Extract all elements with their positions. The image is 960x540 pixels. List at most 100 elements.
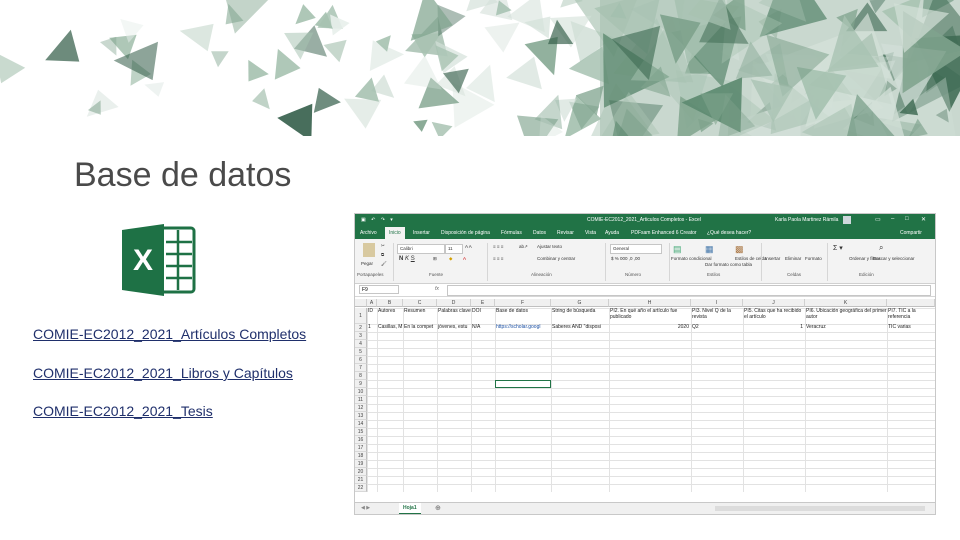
wrap-text-button[interactable]: Ajustar texto: [537, 244, 562, 249]
row-header[interactable]: 20: [355, 468, 367, 476]
data-cell[interactable]: Saberes AND "disposi: [551, 324, 609, 332]
data-cell[interactable]: En la compet: [403, 324, 437, 332]
header-cell[interactable]: Resumen: [403, 308, 437, 324]
column-header[interactable]: J: [743, 299, 805, 307]
name-box[interactable]: F9: [359, 285, 399, 294]
data-cell[interactable]: 1: [743, 324, 805, 332]
column-header[interactable]: H: [609, 299, 691, 307]
copy-icon[interactable]: ⧉: [381, 252, 384, 257]
column-header-overflow[interactable]: [887, 299, 935, 307]
row-header[interactable]: 10: [355, 388, 367, 396]
tab-insertar[interactable]: Insertar: [413, 230, 430, 236]
row-header[interactable]: 1: [355, 308, 367, 324]
row-header[interactable]: 5: [355, 348, 367, 356]
format-painter-icon[interactable]: 🖌: [381, 261, 387, 267]
row-header[interactable]: 2: [355, 324, 367, 332]
tab-formulas[interactable]: Fórmulas: [501, 230, 522, 236]
conditional-format-button[interactable]: Formato condicional: [671, 256, 712, 261]
number-format-select[interactable]: General: [610, 244, 662, 254]
insert-cells-button[interactable]: Insertar: [765, 256, 780, 261]
header-cell[interactable]: Autores: [377, 308, 403, 324]
bold-italic-underline[interactable]: N K S: [399, 256, 415, 262]
format-as-table-button[interactable]: Dar formato como tabla: [705, 262, 752, 267]
cell-styles-icon[interactable]: ▩: [735, 244, 744, 255]
find-select-button[interactable]: Buscar y seleccionar: [873, 256, 915, 261]
link-tesis[interactable]: COMIE-EC2012_2021_Tesis: [33, 403, 213, 419]
fill-color-icon[interactable]: ◆: [449, 256, 452, 262]
formula-input[interactable]: [447, 285, 931, 296]
header-cell[interactable]: DOI: [471, 308, 495, 324]
font-size-select[interactable]: 11: [445, 244, 463, 254]
horizontal-scrollbar[interactable]: [715, 506, 925, 511]
font-grow-shrink-icons[interactable]: A A: [465, 244, 472, 249]
row-header[interactable]: 17: [355, 444, 367, 452]
row-header[interactable]: 4: [355, 340, 367, 348]
header-cell[interactable]: ID: [367, 308, 377, 324]
header-cell[interactable]: PI7. TIC a la referencia: [887, 308, 935, 324]
sheet-tab-hoja1[interactable]: Hoja1: [399, 503, 421, 514]
column-header[interactable]: C: [403, 299, 437, 307]
row-header[interactable]: 13: [355, 412, 367, 420]
data-cell[interactable]: Veracruz: [805, 324, 887, 332]
data-cell[interactable]: N/A: [471, 324, 495, 332]
conditional-format-icon[interactable]: ▤: [673, 244, 682, 255]
row-header[interactable]: 7: [355, 364, 367, 372]
row-header[interactable]: 9: [355, 380, 367, 388]
avatar[interactable]: [843, 216, 851, 224]
tab-revisar[interactable]: Revisar: [557, 230, 574, 236]
row-header[interactable]: 3: [355, 332, 367, 340]
delete-cells-button[interactable]: Eliminar: [785, 256, 801, 261]
header-cell[interactable]: String de búsqueda: [551, 308, 609, 324]
close-icon[interactable]: ✕: [921, 216, 926, 223]
row-header[interactable]: 21: [355, 476, 367, 484]
selected-cell-f9[interactable]: [495, 380, 551, 388]
sheet-nav-arrows[interactable]: ◀ ▶: [361, 505, 370, 511]
column-header[interactable]: A: [367, 299, 377, 307]
column-header[interactable]: D: [437, 299, 471, 307]
data-cell[interactable]: TIC varias: [887, 324, 935, 332]
tab-disposicion[interactable]: Disposición de página: [441, 230, 490, 236]
merge-center-button[interactable]: Combinar y centrar: [537, 256, 575, 261]
column-header[interactable]: F: [495, 299, 551, 307]
share-button[interactable]: Compartir: [900, 230, 922, 236]
borders-icon[interactable]: ⊞: [433, 256, 437, 262]
add-sheet-icon[interactable]: ⊕: [435, 504, 441, 512]
row-header[interactable]: 6: [355, 356, 367, 364]
row-header[interactable]: 12: [355, 404, 367, 412]
paste-icon[interactable]: [363, 243, 375, 257]
data-cell[interactable]: Casillas, M.: [377, 324, 403, 332]
number-format-icons[interactable]: $ % 000 ,0 ,00: [611, 256, 640, 261]
font-name-select[interactable]: Calibri: [397, 244, 445, 254]
column-header[interactable]: E: [471, 299, 495, 307]
autosum-icon[interactable]: Σ ▾: [833, 244, 843, 252]
align-horizontal-icons[interactable]: ≡ ≡ ≡: [493, 256, 503, 261]
link-libros-capitulos[interactable]: COMIE-EC2012_2021_Libros y Capítulos: [33, 365, 293, 381]
data-cell[interactable]: https://scholar.googl: [495, 324, 551, 332]
select-all-corner[interactable]: [355, 299, 367, 307]
data-cell[interactable]: jóvenes, estu: [437, 324, 471, 332]
row-header[interactable]: 15: [355, 428, 367, 436]
header-cell[interactable]: PI5. Citas que ha recibido el artículo: [743, 308, 805, 324]
tab-datos[interactable]: Datos: [533, 230, 546, 236]
tab-archivo[interactable]: Archivo: [360, 230, 377, 236]
row-header[interactable]: 11: [355, 396, 367, 404]
header-cell[interactable]: Base de datos: [495, 308, 551, 324]
header-cell[interactable]: Palabras clave: [437, 308, 471, 324]
maximize-icon[interactable]: □: [905, 216, 909, 222]
ribbon-display-icon[interactable]: ▭: [875, 216, 881, 223]
row-header[interactable]: 22: [355, 484, 367, 492]
tab-vista[interactable]: Vista: [585, 230, 596, 236]
column-header[interactable]: G: [551, 299, 609, 307]
format-cells-button[interactable]: Formato: [805, 256, 822, 261]
row-header[interactable]: 19: [355, 460, 367, 468]
data-cell[interactable]: Q2: [691, 324, 743, 332]
header-cell[interactable]: PI3. Nivel Q de la revista: [691, 308, 743, 324]
header-cell[interactable]: PI2. En qué año el artículo fue publicad…: [609, 308, 691, 324]
link-articulos-completos[interactable]: COMIE-EC2012_2021_Artículos Completos: [33, 326, 306, 342]
row-header[interactable]: 8: [355, 372, 367, 380]
fx-label[interactable]: fx: [435, 286, 439, 292]
font-color-icon[interactable]: A: [463, 256, 466, 261]
format-table-icon[interactable]: ▦: [705, 244, 714, 255]
search-icon[interactable]: ⌕: [879, 243, 883, 253]
header-cell[interactable]: PI6. Ubicación geográfica del primer aut…: [805, 308, 887, 324]
